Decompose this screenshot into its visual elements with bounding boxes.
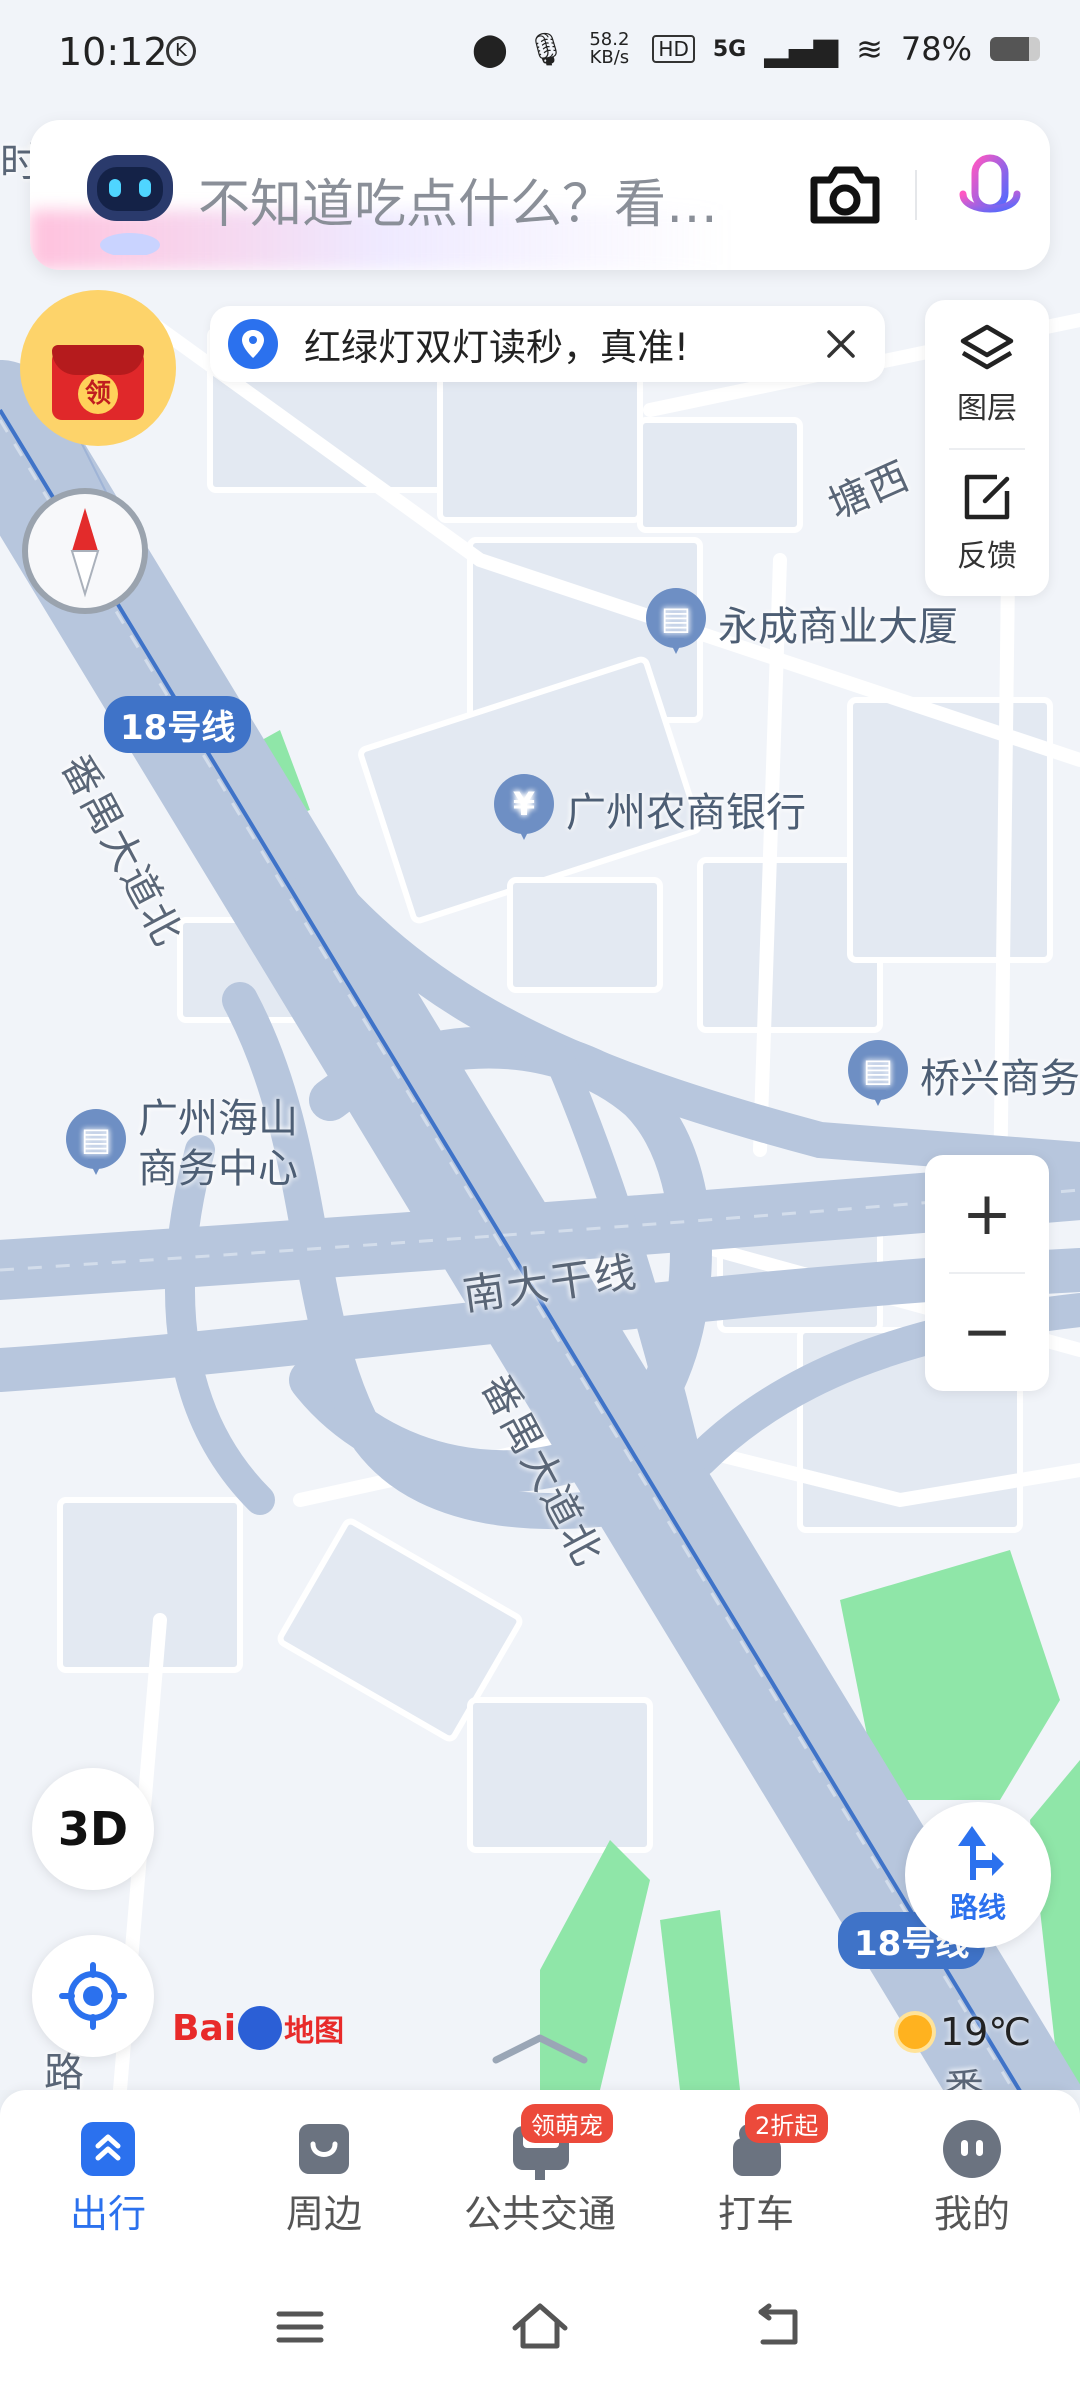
bank-pin-icon: ¥ bbox=[494, 774, 554, 844]
zoom-control: + − bbox=[925, 1155, 1049, 1391]
location-icon: ⬤ bbox=[471, 30, 508, 68]
tab-label: 出行 bbox=[69, 2192, 146, 2236]
poi-label: 商务中心 bbox=[138, 1146, 298, 1192]
transit-tag: 领萌宠 bbox=[521, 2104, 613, 2143]
menu-icon[interactable] bbox=[265, 2292, 335, 2362]
route-button[interactable]: 路线 bbox=[905, 1802, 1051, 1948]
route-label: 路线 bbox=[949, 1891, 1006, 1924]
travel-icon bbox=[77, 2118, 139, 2176]
wifi-icon: ≋ bbox=[856, 30, 883, 68]
building-pin-icon: ▤ bbox=[646, 588, 706, 658]
profile-icon bbox=[941, 2118, 1003, 2178]
microphone-status-icon: 🎙 bbox=[525, 30, 567, 68]
poi-label: 永成商业大厦 bbox=[718, 604, 958, 650]
temperature: 19℃ bbox=[940, 2010, 1032, 2054]
metro-line-badge[interactable]: 18号线 bbox=[104, 696, 252, 753]
feedback-button[interactable]: 反馈 bbox=[925, 448, 1049, 596]
battery-text: 78% bbox=[900, 30, 972, 68]
microphone-icon[interactable] bbox=[945, 148, 1035, 242]
compass-icon bbox=[70, 508, 100, 598]
feedback-label: 反馈 bbox=[957, 539, 1017, 574]
edit-icon bbox=[964, 474, 1010, 520]
building-pin-icon: ▤ bbox=[66, 1109, 126, 1179]
chevron-up-icon[interactable] bbox=[490, 2028, 590, 2068]
tab-nearby[interactable]: 周边 bbox=[216, 2118, 432, 2238]
net-speed: 58.2 KB/s bbox=[589, 29, 630, 68]
nearby-icon bbox=[293, 2118, 355, 2174]
notice-text: 红绿灯双灯读秒，真准! bbox=[304, 326, 689, 369]
tab-label: 周边 bbox=[285, 2192, 362, 2236]
taxi-tag: 2折起 bbox=[745, 2104, 829, 2143]
locate-button[interactable] bbox=[32, 1935, 154, 2057]
baidu-map-logo: Bai 地图 bbox=[172, 2006, 345, 2050]
taxi-icon: 2折起 bbox=[725, 2104, 829, 2176]
status-bar: 10:12 K ⬤ 🎙 58.2 KB/s HD 5G ▂▄▆ ≋ 78% bbox=[0, 0, 1080, 110]
clock: 10:12 bbox=[58, 30, 168, 74]
road-label-partial: 番 bbox=[944, 2066, 986, 2090]
poi-yongcheng[interactable]: ▤ 永成商业大厦 bbox=[646, 588, 958, 658]
poi-label: 广州海山 bbox=[138, 1096, 298, 1142]
3d-button[interactable]: 3D bbox=[32, 1768, 154, 1890]
ai-robot-icon bbox=[87, 155, 173, 255]
location-pin-icon bbox=[228, 319, 278, 369]
system-navigation-bar bbox=[0, 2250, 1080, 2400]
battery-icon bbox=[990, 37, 1040, 61]
tab-me[interactable]: 我的 bbox=[864, 2118, 1080, 2238]
back-icon[interactable] bbox=[745, 2292, 815, 2362]
poi-qiaoxing[interactable]: ▤ 桥兴商务 bbox=[848, 1040, 1080, 1110]
bus-icon: 领萌宠 bbox=[509, 2104, 613, 2180]
red-packet-label: 领 bbox=[78, 374, 118, 414]
poi-bank[interactable]: ¥ 广州农商银行 bbox=[494, 774, 806, 844]
red-packet-button[interactable]: 领 bbox=[20, 290, 176, 446]
tab-travel[interactable]: 出行 bbox=[0, 2118, 216, 2238]
zoom-in-button[interactable]: + bbox=[925, 1155, 1049, 1273]
tab-label: 公共交通 bbox=[463, 2192, 616, 2236]
weather[interactable]: 19℃ bbox=[898, 2010, 1031, 2054]
locate-icon bbox=[59, 1962, 127, 2030]
map-tools-panel: 图层 反馈 bbox=[925, 300, 1049, 596]
tab-label: 打车 bbox=[717, 2192, 794, 2236]
poi-label: 广州农商银行 bbox=[566, 790, 806, 836]
layers-icon bbox=[960, 324, 1014, 370]
tab-transit[interactable]: 领萌宠 公共交通 bbox=[432, 2104, 648, 2238]
compass-button[interactable] bbox=[22, 488, 148, 614]
sun-icon bbox=[898, 2015, 932, 2049]
bottom-tab-bar: 出行 周边 领萌宠 公共交通 2折起 打车 我的 bbox=[0, 2090, 1080, 2250]
route-arrow-icon bbox=[958, 1826, 1004, 1880]
building-pin-icon: ▤ bbox=[848, 1040, 908, 1110]
poi-haishan[interactable]: ▤ 广州海山 商务中心 bbox=[66, 1094, 298, 1194]
close-icon[interactable] bbox=[821, 324, 861, 364]
k-app-icon: K bbox=[166, 36, 196, 66]
zoom-out-button[interactable]: − bbox=[925, 1273, 1049, 1391]
hd-badge: HD bbox=[652, 35, 695, 63]
poi-label: 桥兴商务 bbox=[920, 1056, 1080, 1102]
tab-taxi[interactable]: 2折起 打车 bbox=[648, 2104, 864, 2238]
signal-icon: ▂▄▆ bbox=[764, 30, 839, 68]
notice-banner[interactable]: 红绿灯双灯读秒，真准! bbox=[210, 306, 885, 382]
home-icon[interactable] bbox=[505, 2292, 575, 2362]
tab-label: 我的 bbox=[933, 2192, 1010, 2236]
search-bar[interactable]: 不知道吃点什么？看… bbox=[30, 120, 1050, 270]
camera-icon[interactable] bbox=[800, 150, 890, 240]
network-badge: 5G bbox=[712, 36, 747, 62]
search-input[interactable]: 不知道吃点什么？看… bbox=[198, 162, 828, 237]
layers-button[interactable]: 图层 bbox=[925, 300, 1049, 448]
layers-label: 图层 bbox=[957, 391, 1017, 426]
paw-icon bbox=[238, 2006, 283, 2050]
